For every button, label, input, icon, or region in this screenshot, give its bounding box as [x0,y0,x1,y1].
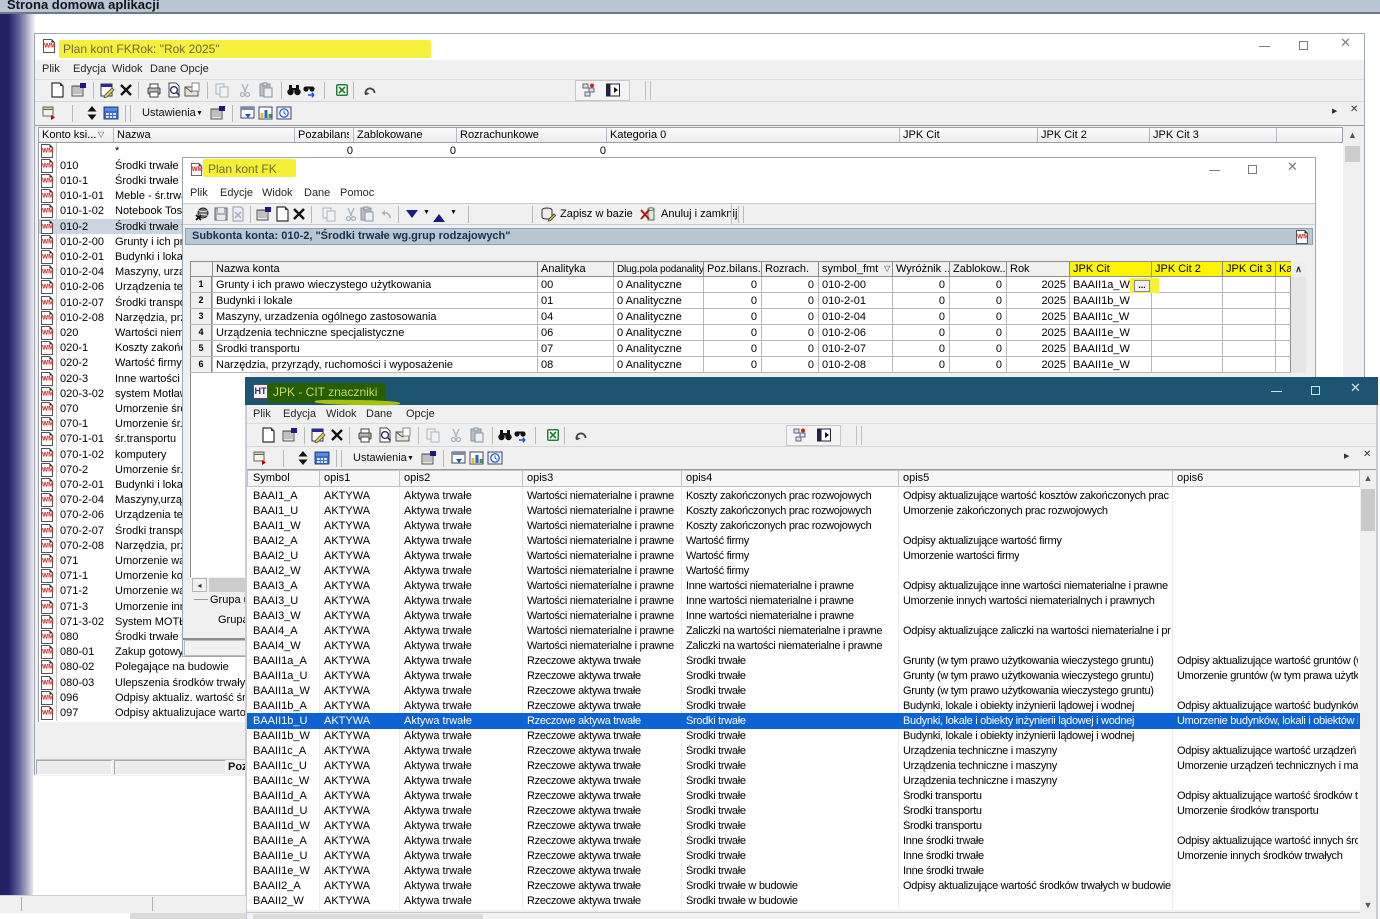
svg-text:WM: WM [42,588,53,595]
svg-text:WM: WM [1297,234,1308,241]
svg-text:WM: WM [42,542,53,549]
svg-text:WM: WM [192,167,203,173]
svg-text:WM: WM [42,208,53,215]
svg-text:WM: WM [42,573,53,580]
svg-text:WM: WM [42,633,53,640]
svg-text:WM: WM [44,43,55,50]
svg-text:WM: WM [42,436,53,443]
svg-text:WM: WM [42,253,53,260]
svg-text:WM: WM [42,664,53,671]
svg-text:WM: WM [42,390,53,397]
svg-text:WM: WM [42,375,53,382]
svg-text:WM: WM [42,603,53,610]
svg-text:WM: WM [42,527,53,534]
svg-text:WM: WM [42,329,53,336]
svg-text:WM: WM [42,360,53,367]
svg-text:WM: WM [42,451,53,458]
svg-text:WM: WM [42,466,53,473]
svg-text:WM: WM [42,694,53,701]
svg-text:WM: WM [42,421,53,428]
svg-text:WM: WM [42,177,53,184]
svg-text:WM: WM [42,649,53,656]
svg-text:WM: WM [42,512,53,519]
svg-text:WM: WM [42,238,53,245]
svg-text:WM: WM [42,618,53,625]
svg-text:WM: WM [42,405,53,412]
svg-text:WM: WM [42,269,53,276]
svg-text:WM: WM [42,147,53,154]
svg-text:WM: WM [42,709,53,716]
svg-text:WM: WM [42,481,53,488]
svg-text:WM: WM [42,557,53,564]
svg-text:WM: WM [42,314,53,321]
svg-text:WM: WM [42,193,53,200]
svg-text:WM: WM [42,162,53,169]
svg-text:WM: WM [42,284,53,291]
svg-text:WM: WM [42,223,53,230]
svg-text:WM: WM [42,679,53,686]
svg-text:WM: WM [42,299,53,306]
svg-text:WM: WM [42,497,53,504]
svg-text:WM: WM [42,345,53,352]
